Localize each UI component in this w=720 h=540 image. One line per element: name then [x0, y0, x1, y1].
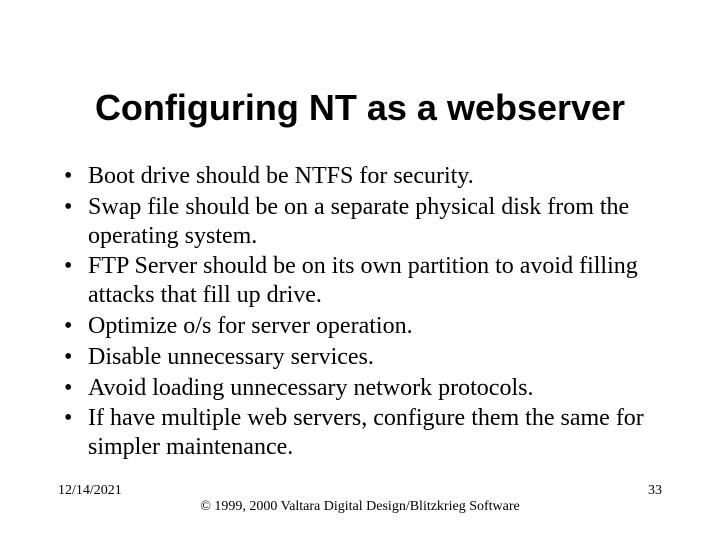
- list-item: Swap file should be on a separate physic…: [58, 193, 668, 251]
- list-item: If have multiple web servers, configure …: [58, 404, 668, 462]
- slide-footer: 12/14/2021 © 1999, 2000 Valtara Digital …: [0, 478, 720, 518]
- slide: Configuring NT as a webserver Boot drive…: [0, 0, 720, 540]
- footer-copyright: © 1999, 2000 Valtara Digital Design/Blit…: [0, 499, 720, 516]
- slide-body: Boot drive should be NTFS for security. …: [58, 162, 668, 464]
- list-item: Optimize o/s for server operation.: [58, 312, 668, 341]
- list-item: Avoid loading unnecessary network protoc…: [58, 374, 668, 403]
- footer-date: 12/14/2021: [58, 483, 122, 500]
- slide-title: Configuring NT as a webserver: [0, 88, 720, 128]
- list-item: FTP Server should be on its own partitio…: [58, 252, 668, 310]
- list-item: Boot drive should be NTFS for security.: [58, 162, 668, 191]
- footer-page: 33: [648, 483, 662, 500]
- list-item: Disable unnecessary services.: [58, 343, 668, 372]
- bullet-list: Boot drive should be NTFS for security. …: [58, 162, 668, 462]
